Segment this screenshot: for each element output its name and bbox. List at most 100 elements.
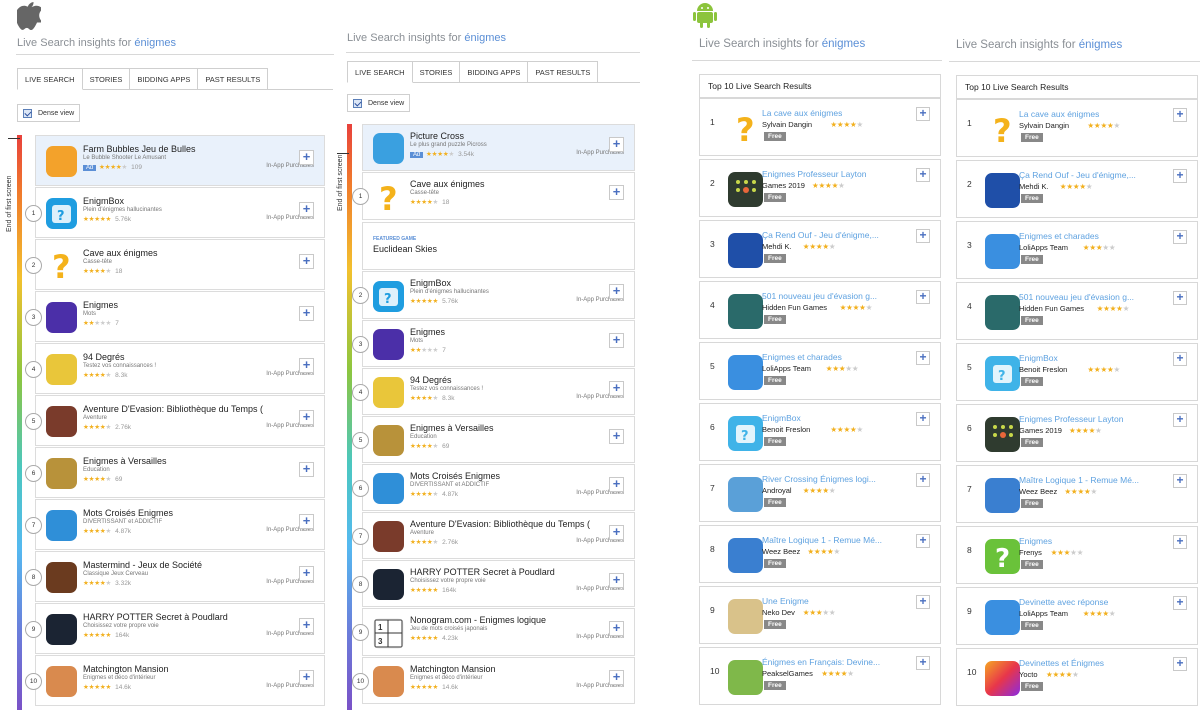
app-title-link[interactable]: Une Enigme <box>762 596 809 606</box>
add-app-button[interactable]: + <box>1173 535 1187 549</box>
app-title-link[interactable]: River Crossing Énigmes logi... <box>762 474 876 484</box>
android-result-card[interactable]: 2 Ça Rend Ouf - Jeu d'énigme,... Mehdi K. ★… <box>956 160 1198 218</box>
android-result-card[interactable]: 7 Maître Logique 1 - Remue Mé... Weez Beez… <box>956 465 1198 523</box>
android-result-card[interactable]: 2 Enigmes Professeur Layton Games 2019 ★★★★… <box>699 159 941 217</box>
add-app-button[interactable]: + <box>609 380 624 396</box>
app-title-link[interactable]: Ça Rend Ouf - Jeu d'énigme,... <box>762 230 879 240</box>
app-title-link[interactable]: Enigmes et charades <box>762 352 842 362</box>
add-app-button[interactable]: + <box>1173 169 1187 183</box>
app-result-card[interactable]: Aventure D'Evasion: Bibliothèque du Temp… <box>35 395 325 446</box>
app-title-link[interactable]: 501 nouveau jeu d'évasion g... <box>762 291 877 301</box>
add-app-button[interactable]: + <box>609 669 624 685</box>
android-result-card[interactable]: 5? EnigmBox Benoit Freslon ★★★★★ Free + <box>956 343 1198 401</box>
add-app-button[interactable]: + <box>609 524 624 540</box>
app-result-card[interactable]: HARRY POTTER Secret à Poudlard Choisissez… <box>362 560 635 607</box>
add-app-button[interactable]: + <box>609 284 624 299</box>
tab-stories[interactable]: STORIES <box>82 68 131 90</box>
add-app-button[interactable]: + <box>916 107 930 121</box>
app-title-link[interactable]: Enigmes et charades <box>1019 231 1099 241</box>
app-result-card[interactable]: Matchington Mansion Enigmes et déco d'int… <box>35 655 325 706</box>
app-result-card[interactable]: 1 3 Nonogram.com - Enigmes logique Jeu de m… <box>362 608 635 656</box>
add-app-button[interactable]: + <box>609 332 624 348</box>
add-app-button[interactable]: + <box>916 412 930 426</box>
app-result-card[interactable]: Mots Croisés Enigmes DIVERTISSANT et ADDI… <box>35 499 325 550</box>
app-result-card[interactable]: 94 Degrés Testez vos connaissances ! ★★★★★… <box>362 368 635 415</box>
android-result-card[interactable]: 8 Maître Logique 1 - Remue Mé... Weez Beez… <box>699 525 941 583</box>
android-result-card[interactable]: 10 Devinettes et Énigmes Yocto ★★★★★ Free + <box>956 648 1198 706</box>
android-result-card[interactable]: 5 Enigmes et charades LoliApps Team ★★★★★ Fr… <box>699 342 941 400</box>
android-result-card[interactable]: 3 Ça Rend Ouf - Jeu d'énigme,... Mehdi K. ★… <box>699 220 941 278</box>
tab-bidding-apps[interactable]: BIDDING APPS <box>460 61 529 83</box>
android-result-card[interactable]: 9 Devinette avec réponse LoliApps Team ★★★★… <box>956 587 1198 645</box>
app-result-card[interactable]: HARRY POTTER Secret à Poudlard Choisissez… <box>35 603 325 654</box>
add-app-button[interactable]: + <box>609 185 624 200</box>
add-app-button[interactable]: + <box>299 357 314 373</box>
app-result-card[interactable]: Enigmes Mots ★★★★★ 7 + <box>362 320 635 367</box>
app-result-card[interactable]: 94 Degrés Testez vos connaissances ! ★★★★★… <box>35 343 325 394</box>
tab-live-search[interactable]: LIVE SEARCH <box>347 61 413 83</box>
dense-view-toggle[interactable]: Dense view <box>347 94 411 112</box>
app-result-card[interactable]: Enigmes à Versailles Education ★★★★★ 69 + <box>362 416 635 463</box>
app-result-card[interactable]: Enigmes à Versailles Education ★★★★★ 69 + <box>35 447 325 498</box>
add-app-button[interactable]: + <box>299 149 314 165</box>
add-app-button[interactable]: + <box>609 572 624 588</box>
add-app-button[interactable]: + <box>916 656 930 670</box>
add-app-button[interactable]: + <box>1173 352 1187 366</box>
app-title-link[interactable]: Enigmes Professeur Layton <box>1019 414 1123 424</box>
tab-live-search[interactable]: LIVE SEARCH <box>17 68 83 90</box>
app-title-link[interactable]: Maître Logique 1 - Remue Mé... <box>762 535 882 545</box>
add-app-button[interactable]: + <box>916 473 930 487</box>
app-result-card[interactable]: ? Cave aux énigmes Casse-tête ★★★★★ 18 + <box>362 172 635 220</box>
add-app-button[interactable]: + <box>916 534 930 548</box>
android-result-card[interactable]: 7 River Crossing Énigmes logi... Androyal ★… <box>699 464 941 522</box>
app-title-link[interactable]: Énigmes en Français: Devine... <box>762 657 880 667</box>
add-app-button[interactable]: + <box>299 253 314 269</box>
android-result-card[interactable]: 6 Enigmes Professeur Layton Games 2019 ★★★★… <box>956 404 1198 462</box>
android-result-card[interactable]: 1? La cave aux énigmes Sylvain Dangin ★★★★★… <box>956 99 1198 157</box>
add-app-button[interactable]: + <box>1173 474 1187 488</box>
add-app-button[interactable]: + <box>609 476 624 492</box>
android-result-card[interactable]: 9 Une Enigme Neko Dev ★★★★★ Free + <box>699 586 941 644</box>
dense-view-checkbox[interactable] <box>353 98 362 108</box>
tab-past-results[interactable]: PAST RESULTS <box>198 68 269 90</box>
add-app-button[interactable]: + <box>1173 413 1187 427</box>
add-app-button[interactable]: + <box>299 565 314 581</box>
app-title-link[interactable]: La cave aux énigmes <box>1019 109 1099 119</box>
app-result-card[interactable]: Mastermind - Jeux de Société Classique Je… <box>35 551 325 602</box>
add-app-button[interactable]: + <box>1173 657 1187 671</box>
app-result-card[interactable]: Aventure D'Evasion: Bibliothèque du Temp… <box>362 512 635 559</box>
android-result-card[interactable]: 6? EnigmBox Benoit Freslon ★★★★★ Free + <box>699 403 941 461</box>
add-app-button[interactable]: + <box>1173 596 1187 610</box>
add-app-button[interactable]: + <box>299 461 314 477</box>
app-title-link[interactable]: EnigmBox <box>762 413 801 423</box>
add-app-button[interactable]: + <box>916 290 930 304</box>
app-title-link[interactable]: Ça Rend Ouf - Jeu d'énigme,... <box>1019 170 1136 180</box>
dense-view-checkbox[interactable] <box>23 108 32 118</box>
app-title-link[interactable]: Maître Logique 1 - Remue Mé... <box>1019 475 1139 485</box>
app-title-link[interactable]: Enigmes Professeur Layton <box>762 169 866 179</box>
add-app-button[interactable]: + <box>299 617 314 633</box>
android-result-card[interactable]: 1? La cave aux énigmes Sylvain Dangin ★★★★★… <box>699 98 941 156</box>
tab-bidding-apps[interactable]: BIDDING APPS <box>130 68 199 90</box>
android-result-card[interactable]: 10 Énigmes en Français: Devine... PeakselG… <box>699 647 941 705</box>
app-result-card[interactable]: Farm Bubbles Jeu de Bulles Le Bubble Shoo… <box>35 135 325 186</box>
app-title-link[interactable]: Devinette avec réponse <box>1019 597 1108 607</box>
add-app-button[interactable]: + <box>299 409 314 425</box>
featured-game-card[interactable]: FEATURED GAME Euclidean Skies <box>362 222 635 270</box>
android-result-card[interactable]: 8? Enigmes Frenys ★★★★★ Free + <box>956 526 1198 584</box>
app-result-card[interactable]: Enigmes Mots ★★★★★ 7 + <box>35 291 325 342</box>
android-result-card[interactable]: 4 501 nouveau jeu d'évasion g... Hidden Fu… <box>699 281 941 339</box>
app-result-card[interactable]: Mots Croisés Enigmes DIVERTISSANT et ADDI… <box>362 464 635 511</box>
android-result-card[interactable]: 4 501 nouveau jeu d'évasion g... Hidden Fu… <box>956 282 1198 340</box>
add-app-button[interactable]: + <box>609 136 624 152</box>
app-title-link[interactable]: Enigmes <box>1019 536 1052 546</box>
add-app-button[interactable]: + <box>1173 230 1187 244</box>
app-result-card[interactable]: Picture Cross Le plus grand puzzle Picros… <box>362 124 635 171</box>
app-title-link[interactable]: 501 nouveau jeu d'évasion g... <box>1019 292 1134 302</box>
dense-view-toggle[interactable]: Dense view <box>17 104 81 122</box>
app-result-card[interactable]: ? EnigmBox Plein d'énigmes hallucinantes ★★… <box>35 187 325 238</box>
app-result-card[interactable]: Matchington Mansion Enigmes et déco d'int… <box>362 657 635 704</box>
android-result-card[interactable]: 3 Enigmes et charades LoliApps Team ★★★★★ Fr… <box>956 221 1198 279</box>
add-app-button[interactable]: + <box>916 595 930 609</box>
tab-stories[interactable]: STORIES <box>412 61 461 83</box>
